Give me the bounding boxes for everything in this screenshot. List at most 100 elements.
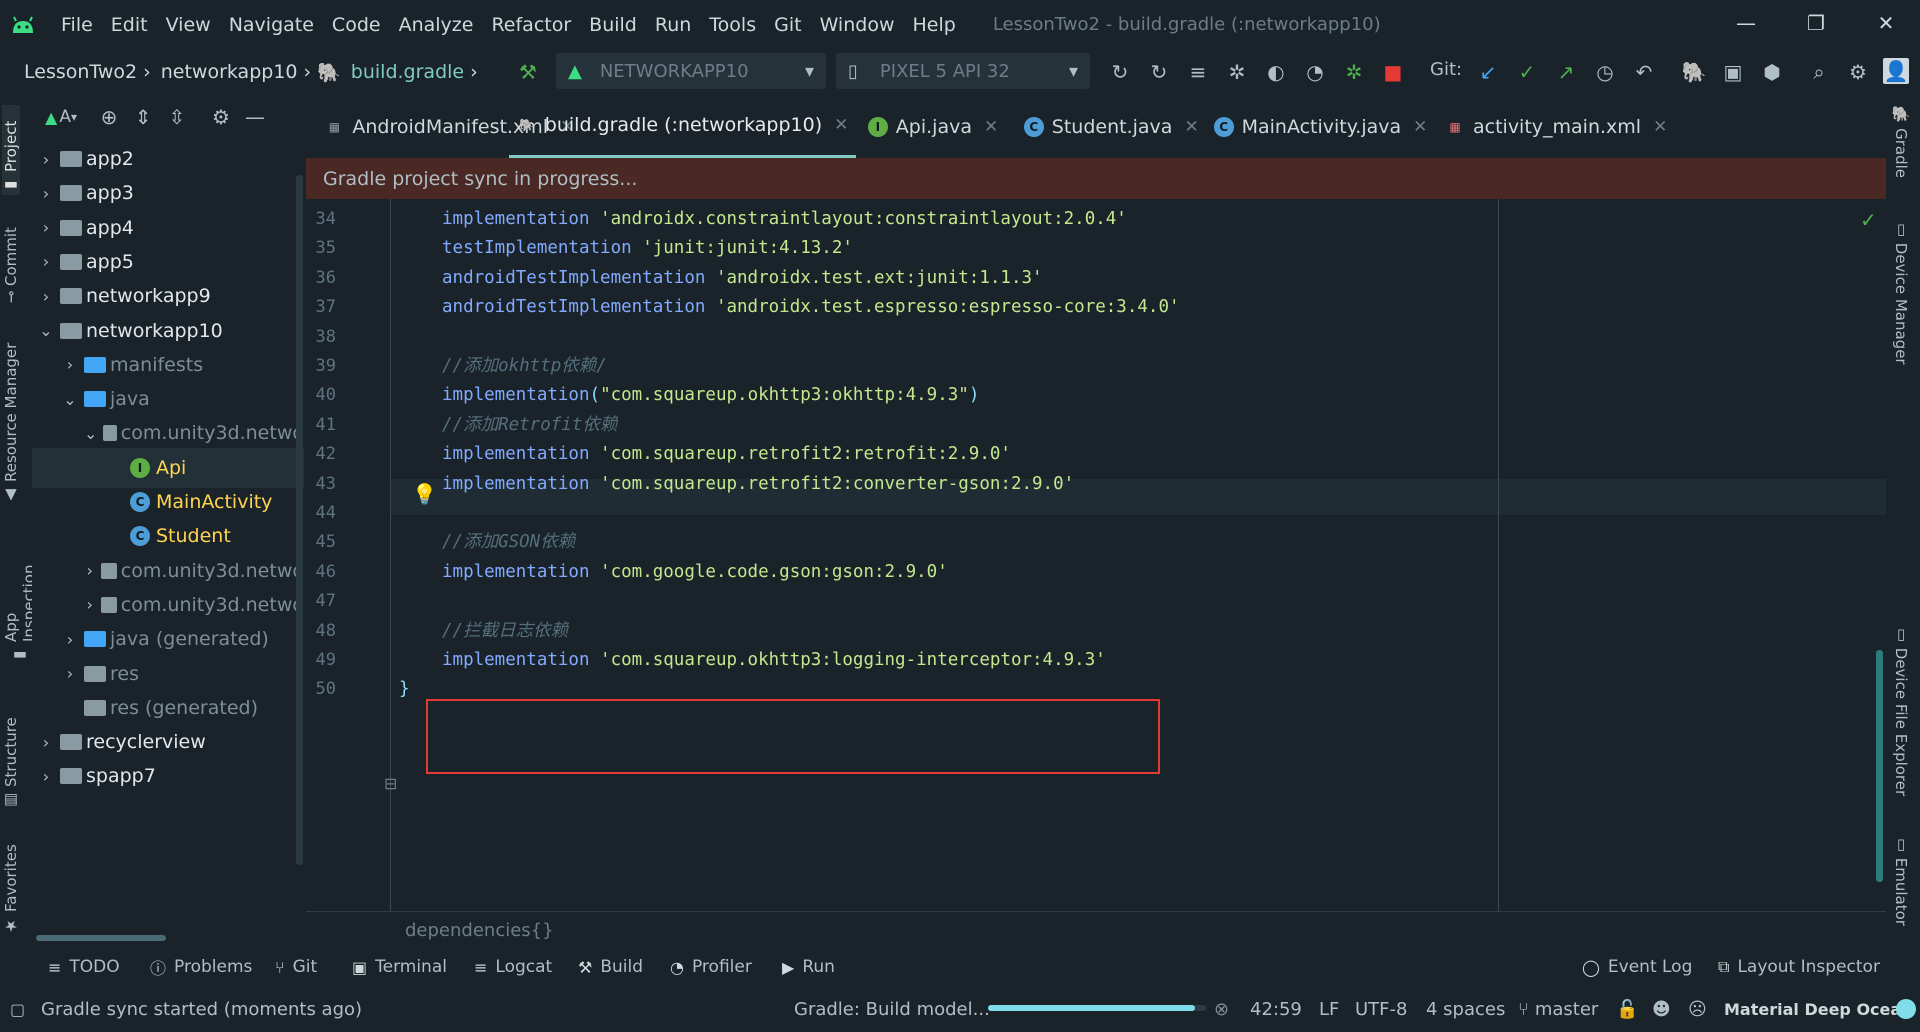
tab-favorites[interactable]: ★ Favorites bbox=[2, 840, 20, 935]
avatar-icon[interactable]: 👤 bbox=[1883, 58, 1909, 84]
status-message[interactable]: Gradle sync started (moments ago) bbox=[41, 986, 362, 1032]
chevron-right-icon[interactable]: › bbox=[38, 733, 54, 752]
locate-icon[interactable]: ⊕ bbox=[92, 102, 126, 132]
tab-structure[interactable]: ▤ Structure bbox=[2, 710, 20, 810]
code-line[interactable]: implementation 'com.squareup.okhttp3:log… bbox=[442, 642, 1106, 678]
code-line[interactable]: androidTestImplementation 'androidx.test… bbox=[442, 289, 1180, 325]
editor-tab[interactable]: I Api.java ✕ bbox=[860, 95, 1006, 158]
tool-window-logcat[interactable]: ≡ Logcat bbox=[474, 948, 552, 986]
fold-marker-icon[interactable]: ⊟ bbox=[384, 774, 397, 793]
caret-position[interactable]: 42:59 bbox=[1250, 986, 1302, 1032]
apply-code-changes-icon[interactable]: ≡ bbox=[1184, 58, 1212, 86]
tab-project[interactable]: ▬ Project bbox=[2, 105, 20, 195]
editor-tab[interactable]: ▦ activity_main.xml ✕ bbox=[1437, 95, 1675, 158]
device-dropdown[interactable]: ▯ PIXEL 5 API 32 ▾ bbox=[836, 53, 1090, 89]
editor-scrollbar[interactable] bbox=[1876, 650, 1883, 882]
menu-build[interactable]: Build bbox=[580, 14, 646, 36]
menu-run[interactable]: Run bbox=[646, 14, 700, 36]
minimize-button[interactable]: — bbox=[1710, 0, 1782, 45]
menu-git[interactable]: Git bbox=[765, 14, 810, 36]
tab-commit[interactable]: ⊸ Commit bbox=[2, 215, 20, 303]
menu-view[interactable]: View bbox=[157, 14, 220, 36]
debug-icon[interactable]: ✲ bbox=[1223, 58, 1251, 86]
search-icon[interactable]: ⌕ bbox=[1805, 58, 1833, 86]
tool-window-git[interactable]: ⑂ Git bbox=[275, 948, 317, 986]
code-line[interactable]: } bbox=[399, 671, 410, 707]
menu-edit[interactable]: Edit bbox=[102, 14, 157, 36]
git-push-icon[interactable]: ↗ bbox=[1552, 58, 1580, 86]
line-separator[interactable]: LF bbox=[1319, 986, 1339, 1032]
project-scrollbar[interactable] bbox=[296, 175, 303, 865]
theme-indicator-icon[interactable] bbox=[1896, 986, 1916, 1032]
coverage-icon[interactable]: ◐ bbox=[1262, 58, 1290, 86]
close-window-button[interactable]: ✕ bbox=[1850, 0, 1920, 45]
profile-icon[interactable]: ◔ bbox=[1301, 58, 1329, 86]
close-tab-icon[interactable]: ✕ bbox=[1184, 117, 1198, 137]
close-tab-icon[interactable]: ✕ bbox=[1653, 117, 1667, 137]
chevron-right-icon[interactable]: › bbox=[38, 287, 54, 306]
project-horizontal-scrollbar[interactable] bbox=[36, 935, 166, 941]
stop-icon[interactable]: ■ bbox=[1379, 58, 1407, 86]
close-tab-icon[interactable]: ✕ bbox=[1413, 117, 1427, 137]
tool-window-run[interactable]: ▶ Run bbox=[782, 948, 835, 986]
code-line[interactable]: implementation 'com.squareup.retrofit2:c… bbox=[442, 466, 1074, 502]
file-encoding[interactable]: UTF-8 bbox=[1355, 986, 1407, 1032]
menu-tools[interactable]: Tools bbox=[700, 14, 765, 36]
sdk-manager-icon[interactable]: ⬢ bbox=[1758, 58, 1786, 86]
chevron-right-icon[interactable]: › bbox=[62, 355, 78, 374]
hide-icon[interactable]: — bbox=[238, 102, 272, 132]
device-manager-icon[interactable]: ▣ bbox=[1719, 58, 1747, 86]
settings-gear-icon[interactable]: ⚙ bbox=[1844, 58, 1872, 86]
gradle-sync-icon[interactable]: 🐘 bbox=[1680, 58, 1708, 86]
history-icon[interactable]: ◷ bbox=[1591, 58, 1619, 86]
chevron-right-icon[interactable]: › bbox=[62, 664, 78, 683]
restore-button[interactable]: ❐ bbox=[1780, 0, 1852, 45]
tab-device-file-explorer[interactable]: ▯ Device File Explorer bbox=[1892, 625, 1910, 796]
chevron-right-icon[interactable]: › bbox=[38, 218, 54, 237]
run-config-dropdown[interactable]: ▲ NETWORKAPP10 ▾ bbox=[556, 53, 826, 89]
code-line[interactable]: implementation 'com.google.code.gson:gso… bbox=[442, 554, 948, 590]
git-commit-icon[interactable]: ✓ bbox=[1513, 58, 1541, 86]
no-problems-check-icon[interactable]: ✓ bbox=[1860, 208, 1877, 232]
chevron-right-icon[interactable]: › bbox=[38, 184, 54, 203]
menu-navigate[interactable]: Navigate bbox=[220, 14, 323, 36]
editor-tab[interactable]: C Student.java ✕ bbox=[1016, 95, 1207, 158]
chevron-right-icon[interactable]: › bbox=[38, 150, 54, 169]
collapse-all-icon[interactable]: ⇳ bbox=[160, 102, 194, 132]
git-branch[interactable]: ⑂ master bbox=[1518, 986, 1598, 1032]
chevron-right-icon[interactable]: › bbox=[84, 561, 95, 580]
tree-item[interactable]: › spapp7 bbox=[32, 756, 304, 796]
theme-name[interactable]: Material Deep Ocean bbox=[1724, 986, 1913, 1032]
chevron-right-icon[interactable]: › bbox=[38, 767, 54, 786]
menu-window[interactable]: Window bbox=[811, 14, 904, 36]
tool-window-event-log[interactable]: ◯ Event Log bbox=[1582, 948, 1692, 986]
menu-refactor[interactable]: Refactor bbox=[482, 14, 580, 36]
close-tab-icon[interactable]: ✕ bbox=[834, 115, 848, 135]
chevron-down-icon[interactable]: ⌄ bbox=[62, 390, 78, 409]
editor-breadcrumb[interactable]: dependencies{} bbox=[306, 911, 1886, 948]
intention-bulb-icon[interactable]: 💡 bbox=[412, 482, 437, 506]
breadcrumb-project[interactable]: LessonTwo2 bbox=[20, 61, 137, 83]
tool-window-terminal[interactable]: ▣ Terminal bbox=[352, 948, 447, 986]
rollback-icon[interactable]: ↶ bbox=[1630, 58, 1658, 86]
tool-window-layout-inspector[interactable]: ⧉ Layout Inspector bbox=[1718, 948, 1880, 986]
tool-window-build[interactable]: ⚒ Build bbox=[578, 948, 643, 986]
indent-setting[interactable]: 4 spaces bbox=[1426, 986, 1505, 1032]
chevron-down-icon[interactable]: ⌄ bbox=[38, 321, 54, 340]
menu-help[interactable]: Help bbox=[903, 14, 964, 36]
chevron-right-icon[interactable]: › bbox=[84, 595, 95, 614]
tab-gradle[interactable]: 🐘 Gradle bbox=[1892, 105, 1910, 178]
settings-gear-icon[interactable]: ⚙ bbox=[204, 102, 238, 132]
lock-icon[interactable]: 🔓 bbox=[1616, 986, 1638, 1032]
tool-window-profiler[interactable]: ◔ Profiler bbox=[670, 948, 752, 986]
notifications-face-icon[interactable]: ☹ bbox=[1688, 986, 1707, 1032]
menu-code[interactable]: Code bbox=[323, 14, 390, 36]
apply-changes-icon[interactable]: ↻ bbox=[1145, 58, 1173, 86]
editor-tab[interactable]: C MainActivity.java ✕ bbox=[1206, 95, 1436, 158]
rerun-icon[interactable]: ↻ bbox=[1106, 58, 1134, 86]
chevron-right-icon[interactable]: › bbox=[62, 630, 78, 649]
editor-tab[interactable]: 🐘 build.gradle (:networkapp10) ✕ bbox=[508, 95, 857, 158]
chevron-down-icon[interactable]: ⌄ bbox=[84, 424, 97, 443]
chevron-right-icon[interactable]: › bbox=[38, 252, 54, 271]
breadcrumb-file[interactable]: build.gradle bbox=[347, 61, 464, 83]
